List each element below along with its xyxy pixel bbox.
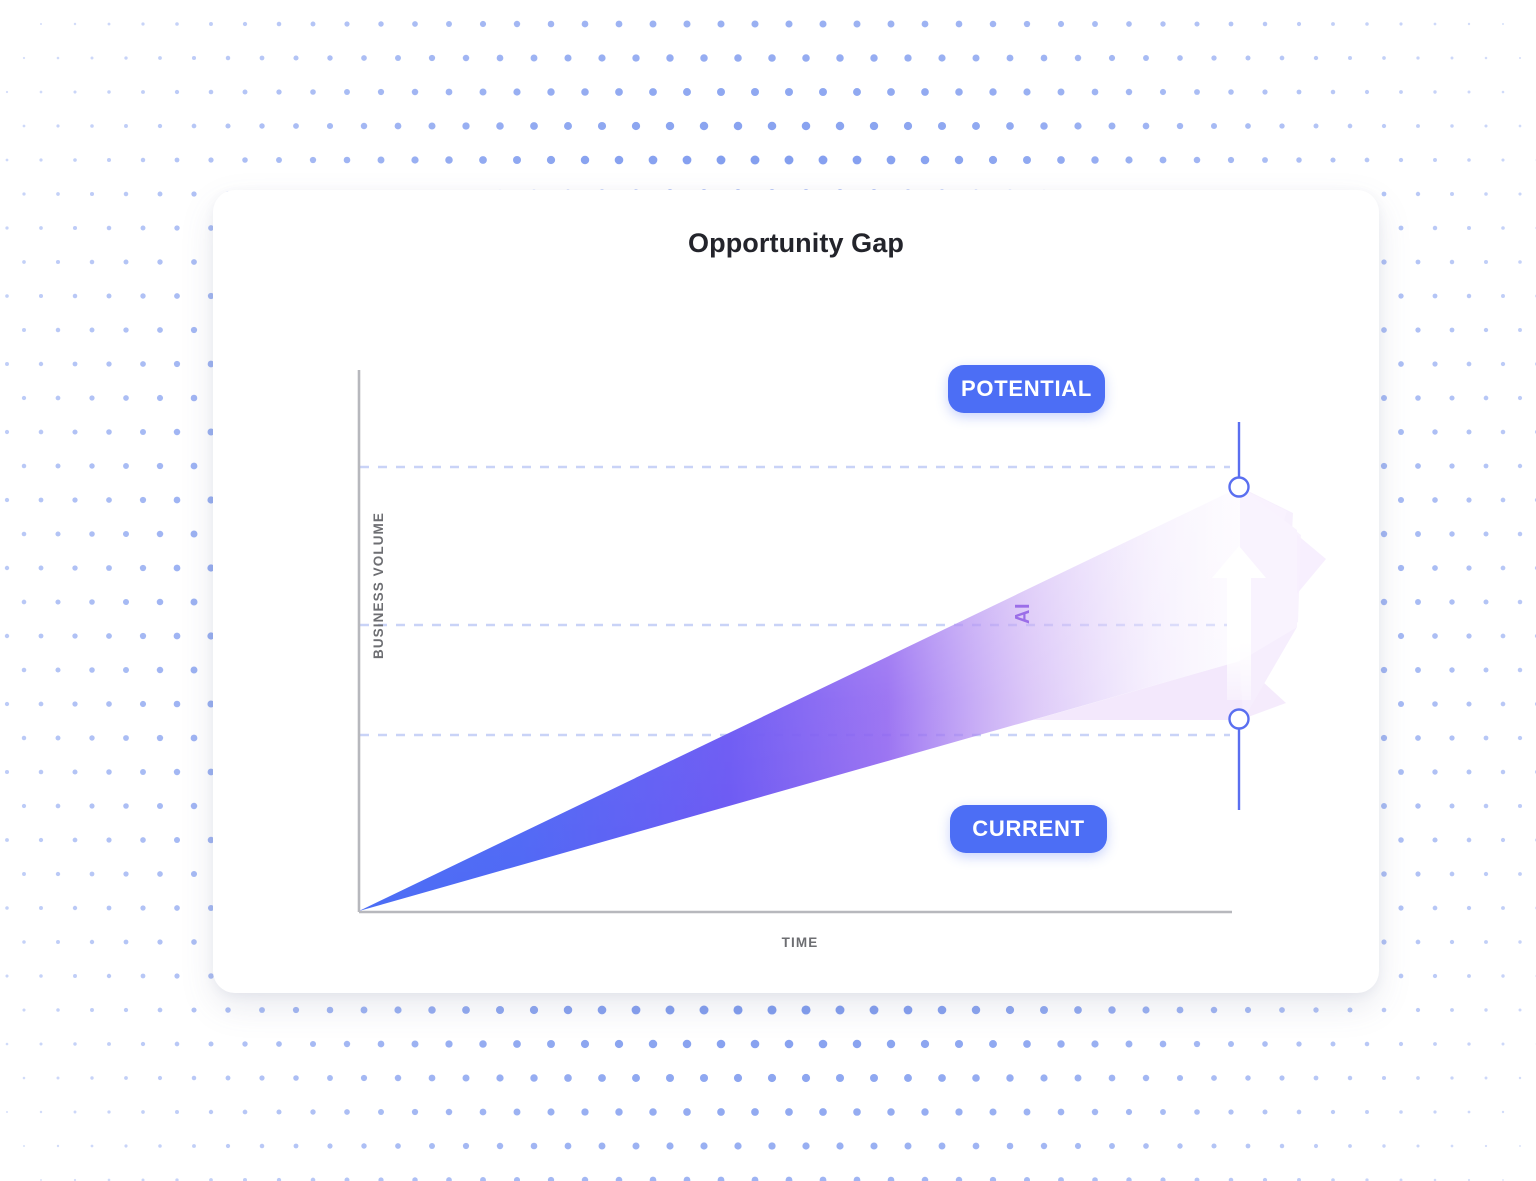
current-marker xyxy=(1228,708,1250,730)
opportunity-gap-plot xyxy=(357,370,1326,914)
ai-arrow-label: AI xyxy=(1012,603,1034,624)
wedge-lower-blade xyxy=(359,661,1240,911)
potential-marker xyxy=(1228,476,1250,498)
y-axis-label: BUSINESS VOLUME xyxy=(371,511,387,660)
current-badge[interactable]: CURRENT xyxy=(950,805,1107,853)
chart-card: Opportunity Gap BUSINESS VOLUME TIME POT… xyxy=(213,190,1379,993)
x-axis-label: TIME xyxy=(781,935,819,950)
potential-badge[interactable]: POTENTIAL xyxy=(948,365,1105,413)
